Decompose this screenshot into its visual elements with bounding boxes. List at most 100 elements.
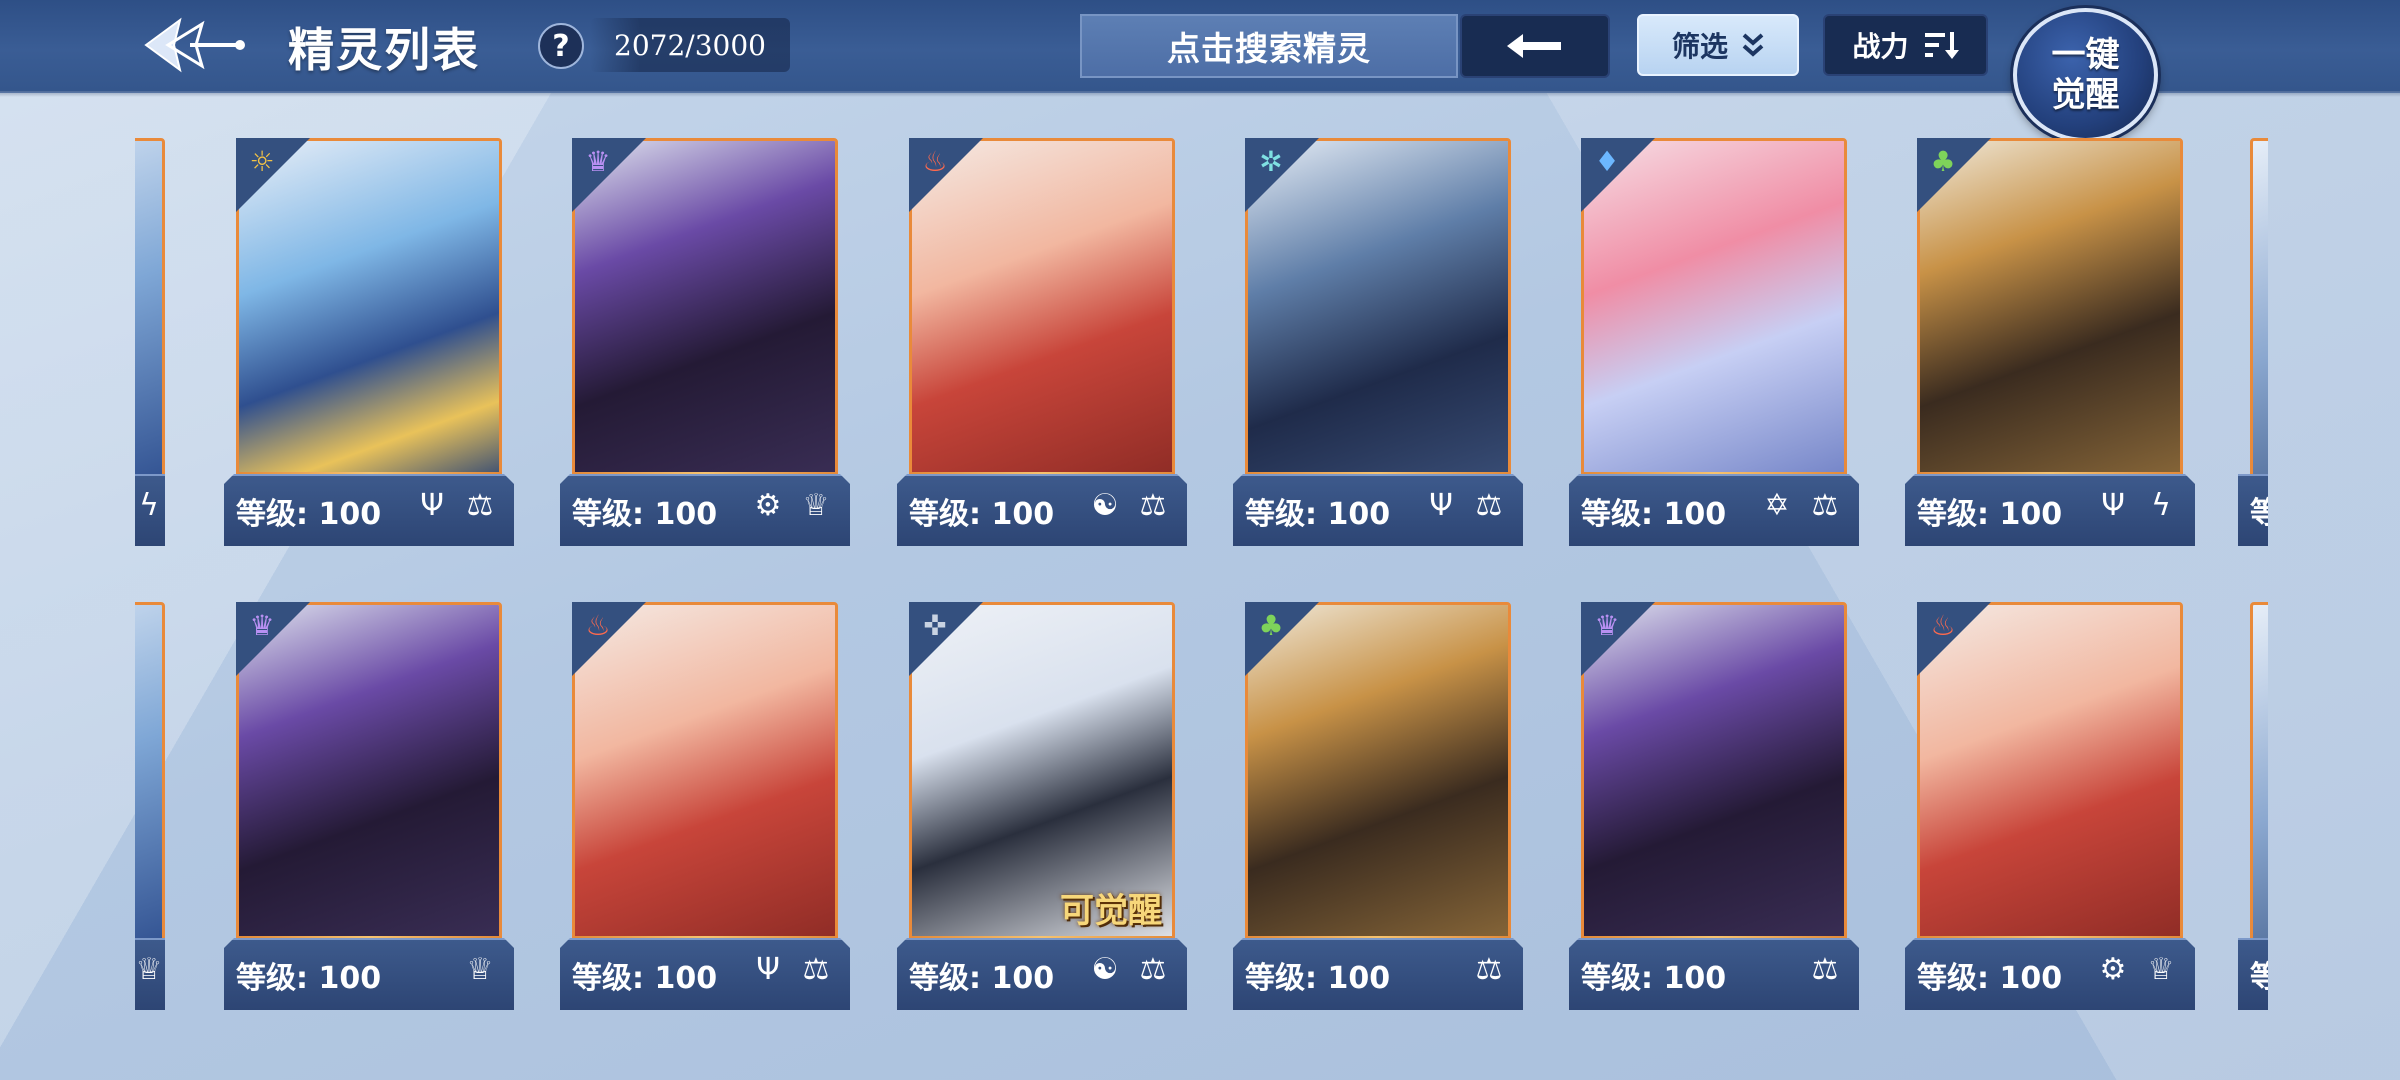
spirit-card[interactable]: ♣ 等级: 100 ⚖ (1233, 602, 1523, 1022)
scale-lore-skill-icon: ⚖ (1139, 952, 1167, 987)
demon-element-icon: ♛ (585, 145, 611, 178)
spirit-artwork (1248, 141, 1508, 490)
level-label: 等级: 100 (1917, 961, 2063, 996)
spirit-portrait (236, 602, 502, 957)
spirit-artwork (1584, 605, 1844, 954)
spirit-card-partial-right[interactable]: 等 (2238, 138, 2268, 558)
card-info-plate: 等级: 100 ☯ ⚖ (897, 474, 1187, 546)
spirit-card[interactable]: ♛ 等级: 100 ♕ (224, 602, 514, 1022)
spirit-card[interactable]: ☼ 等级: 100 Ψ ⚖ (224, 138, 514, 558)
demon-element-icon: ♛ (1594, 609, 1620, 642)
leaf-element-icon: ♣ (1258, 609, 1284, 642)
level-label-partial: 等 (2250, 496, 2268, 531)
spirit-card-partial-left[interactable]: ϟ (135, 138, 165, 558)
card-info-plate: 等级: 100 ⚖ (1569, 938, 1859, 1010)
spirit-portrait (572, 602, 838, 957)
level-label: 等级: 100 (1581, 961, 1727, 996)
spirit-card[interactable]: ♛ 等级: 100 ⚙ ♕ (560, 138, 850, 558)
crown-skill-icon: ♕ (2147, 952, 2175, 987)
gear-skill-icon: ⚙ (2099, 952, 2127, 987)
spirit-artwork (1920, 605, 2180, 954)
spirit-card[interactable]: ♨ 等级: 100 ⚙ ♕ (1905, 602, 2195, 1022)
spirit-card[interactable]: ♨ 等级: 100 Ψ ⚖ (560, 602, 850, 1022)
level-label: 等级: 100 (1581, 497, 1727, 532)
level-label: 等级: 100 (236, 961, 382, 996)
spirit-card[interactable]: 可觉醒 ✜ 等级: 100 ☯ ⚖ (897, 602, 1187, 1022)
balance-skill-icon: ⚖ (1139, 488, 1167, 523)
swirl-skill-icon: ☯ (1091, 488, 1119, 523)
snowflake-element-icon: ✲ (1259, 145, 1283, 178)
flame-element-icon: ♨ (1930, 609, 1956, 642)
card-info-plate: 等级: 100 ♕ (224, 938, 514, 1010)
spirit-artwork (1584, 141, 1844, 490)
level-label: 等级: 100 (909, 961, 1055, 996)
card-info-plate: 等级: 100 ⚙ ♕ (1905, 938, 2195, 1010)
leaf-element-icon: ♣ (1930, 145, 1956, 178)
card-info-plate: 等级: 100 ✡ ⚖ (1569, 474, 1859, 546)
spirit-card[interactable]: ♨ 等级: 100 ☯ ⚖ (897, 138, 1187, 558)
card-info-plate: 等级: 100 Ψϟ (1905, 474, 2195, 546)
spirit-portrait (572, 138, 838, 493)
spirit-artwork (239, 605, 499, 954)
scale-lore-skill-icon: ⚖ (1475, 488, 1503, 523)
card-info-plate: 等级: 100 ☯ ⚖ (897, 938, 1187, 1010)
card-info-plate: 等级: 100 Ψ ⚖ (224, 474, 514, 546)
spirit-artwork (575, 605, 835, 954)
level-label: 等级: 100 (1917, 497, 2063, 532)
trident-skill-icon: Ψ (756, 952, 780, 987)
sun-element-icon: ☼ (249, 145, 275, 178)
lightning-skill-icon: ϟ (139, 488, 159, 523)
spirit-card[interactable]: ♛ 等级: 100 ⚖ (1569, 602, 1859, 1022)
level-label: 等级: 100 (572, 961, 718, 996)
swirl-skill-icon: ☯ (1091, 952, 1119, 987)
spirit-artwork (575, 141, 835, 490)
mech-element-icon: ✜ (923, 609, 947, 642)
star-skill-icon: ✡ (1764, 488, 1790, 523)
spirit-portrait (1581, 138, 1847, 493)
flame-element-icon: ♨ (585, 609, 611, 642)
balance-skill-icon: ⚖ (1811, 952, 1839, 987)
spirit-card[interactable]: ♣ 等级: 100 Ψϟ (1905, 138, 2195, 558)
spirit-card-partial-left[interactable]: ♕ (135, 602, 165, 1022)
spirit-grid: ☼ 等级: 100 Ψ ⚖ ♛ 等级: 100 ⚙ ♕ ♨ 等级: 100 ☯ ⚖ ✲ 等级: 100 Ψ ⚖… (0, 0, 2400, 1080)
trident-skill-icon: Ψ (420, 488, 444, 523)
trident-skill-icon: Ψ (2101, 488, 2125, 523)
spirit-portrait (1245, 602, 1511, 957)
card-info-plate: 等级: 100 Ψ ⚖ (1233, 474, 1523, 546)
demon-element-icon: ♛ (249, 609, 275, 642)
spirit-portrait (1917, 602, 2183, 957)
gear-skill-icon: ⚙ (754, 488, 782, 523)
scale-lore-skill-icon: ⚖ (1475, 952, 1503, 987)
scale-lore-skill-icon: ⚖ (466, 488, 494, 523)
flame-element-icon: ♨ (922, 145, 948, 178)
spirit-portrait: 可觉醒 (909, 602, 1175, 957)
level-label: 等级: 100 (909, 497, 1055, 532)
spirit-portrait (236, 138, 502, 493)
spirit-card[interactable]: ✲ 等级: 100 Ψ ⚖ (1233, 138, 1523, 558)
crown-skill-icon: ♕ (466, 952, 494, 987)
spirit-card[interactable]: ♦ 等级: 100 ✡ ⚖ (1569, 138, 1859, 558)
card-info-plate: 等级: 100 ⚖ (1233, 938, 1523, 1010)
level-label-partial: 等 (2250, 960, 2268, 995)
spirit-artwork (239, 141, 499, 490)
spirit-artwork (912, 141, 1172, 490)
spirit-portrait (1581, 602, 1847, 957)
scale-lore-skill-icon: ⚖ (802, 952, 830, 987)
balance-skill-icon: ⚖ (1811, 488, 1839, 523)
card-info-plate: 等级: 100 ⚙ ♕ (560, 474, 850, 546)
crown-skill-icon: ♕ (802, 488, 830, 523)
spirit-card-partial-right[interactable]: 等 (2238, 602, 2268, 1022)
spirit-artwork (1248, 605, 1508, 954)
level-label: 等级: 100 (572, 497, 718, 532)
crown-skill-icon: ♕ (135, 952, 163, 987)
spirit-portrait (1245, 138, 1511, 493)
lightning-skill-icon: ϟ (2151, 488, 2171, 523)
card-info-plate: 等级: 100 Ψ ⚖ (560, 938, 850, 1010)
spirit-artwork (1920, 141, 2180, 490)
spirit-portrait (909, 138, 1175, 493)
level-label: 等级: 100 (236, 497, 382, 532)
water-element-icon: ♦ (1594, 145, 1620, 178)
trident-skill-icon: Ψ (1429, 488, 1453, 523)
awakenable-tag: 可觉醒 (1060, 891, 1162, 931)
level-label: 等级: 100 (1245, 497, 1391, 532)
